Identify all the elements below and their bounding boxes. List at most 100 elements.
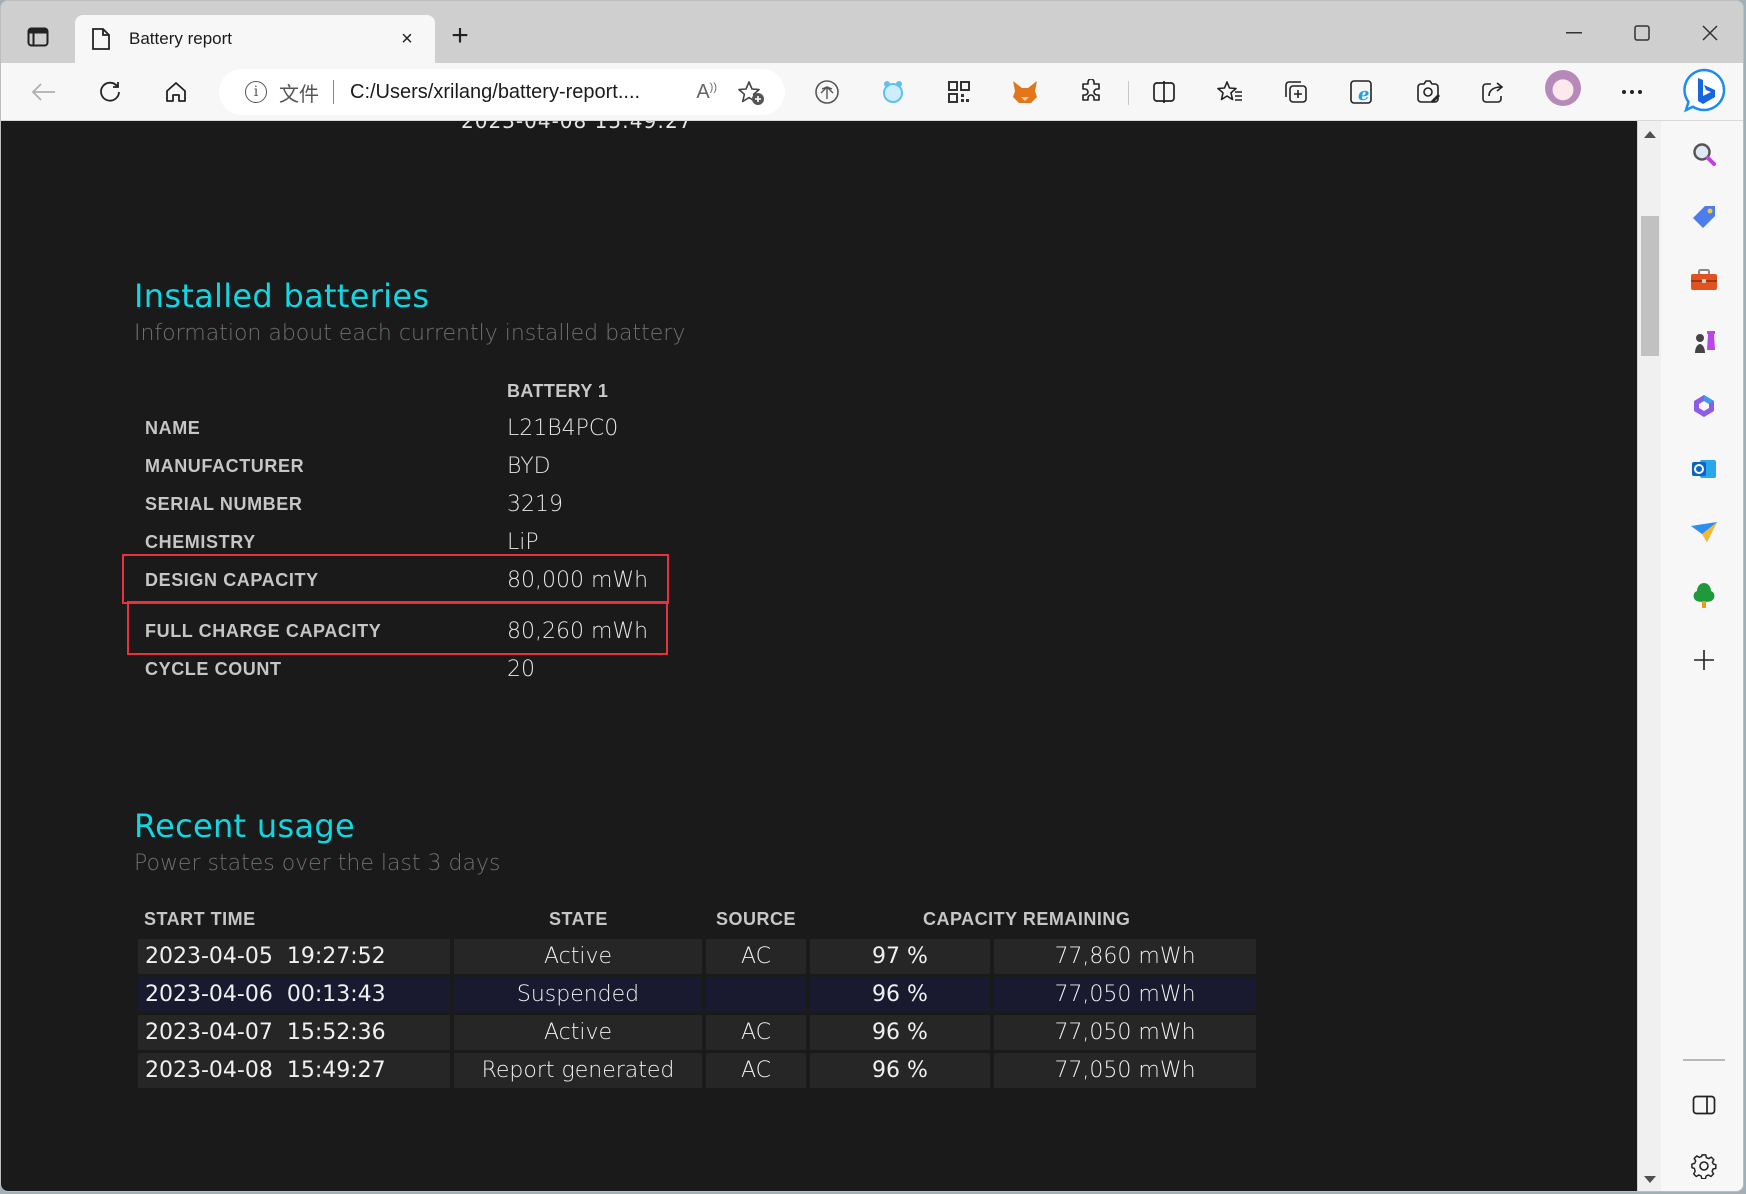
ie-mode-button[interactable]: e bbox=[1343, 73, 1381, 111]
tab-strip: Battery report × + bbox=[1, 1, 1743, 63]
scroll-down-arrow-icon[interactable] bbox=[1644, 1176, 1656, 1183]
start-time-cell: 2023-04-06 00:13:43 bbox=[138, 977, 450, 1012]
row-value: 20 bbox=[507, 656, 535, 682]
address-separator bbox=[333, 80, 334, 104]
svg-text:e: e bbox=[1358, 84, 1369, 105]
sidebar-games[interactable] bbox=[1685, 324, 1723, 362]
web-capture-icon bbox=[1417, 80, 1440, 103]
installed-batteries-title: Installed batteries bbox=[134, 277, 430, 315]
shopping-tag-icon bbox=[1693, 206, 1715, 228]
mwh-cell: 77,860 mWh bbox=[994, 939, 1256, 974]
add-favorite-icon[interactable] bbox=[737, 80, 765, 111]
recent-usage-title: Recent usage bbox=[134, 807, 355, 845]
url-text[interactable]: C:/Users/xrilang/battery-report.... bbox=[350, 81, 640, 104]
toolbar-divider bbox=[1128, 81, 1129, 105]
share-icon bbox=[1482, 82, 1504, 103]
minimize-button[interactable] bbox=[1551, 15, 1597, 51]
tab-title: Battery report bbox=[129, 29, 232, 48]
tab-actions-button[interactable] bbox=[23, 23, 53, 51]
source-cell: AC bbox=[706, 1015, 806, 1050]
header-state: STATE bbox=[549, 909, 608, 929]
hide-sidebar-icon bbox=[1692, 1095, 1716, 1115]
bing-chat-button[interactable] bbox=[1681, 67, 1727, 113]
alarm-extension-button[interactable] bbox=[874, 73, 912, 111]
back-button[interactable] bbox=[25, 73, 63, 111]
ie-mode-icon: e bbox=[1350, 80, 1372, 105]
scroll-thumb[interactable] bbox=[1641, 216, 1659, 356]
vertical-tabs-icon bbox=[27, 27, 49, 47]
new-tab-button[interactable]: + bbox=[445, 21, 475, 53]
site-info-icon[interactable]: i bbox=[245, 81, 267, 103]
more-menu-button[interactable] bbox=[1613, 73, 1651, 111]
row-label: SERIAL NUMBER bbox=[145, 493, 303, 514]
report-page: 2023-04-08 15:49:27 Installed batteries … bbox=[1, 121, 1637, 1191]
usage-row: 2023-04-05 19:27:52 Active AC 97 % 77,86… bbox=[138, 939, 1256, 974]
row-label: NAME bbox=[145, 417, 201, 438]
extensions-puzzle-icon bbox=[1082, 79, 1100, 101]
row-value: BYD bbox=[507, 453, 551, 479]
start-time-cell: 2023-04-08 15:49:27 bbox=[138, 1053, 450, 1088]
start-time-cell: 2023-04-07 15:52:36 bbox=[138, 1015, 450, 1050]
address-bar[interactable]: i 文件 C:/Users/xrilang/battery-report....… bbox=[219, 69, 785, 115]
split-screen-button[interactable] bbox=[1145, 73, 1183, 111]
row-label: MANUFACTURER bbox=[145, 455, 305, 476]
share-button[interactable] bbox=[1475, 73, 1513, 111]
vertical-scrollbar[interactable] bbox=[1637, 121, 1661, 1191]
tab-battery-report[interactable]: Battery report × bbox=[75, 15, 435, 63]
tree-icon bbox=[1693, 583, 1715, 608]
settings-icon bbox=[1691, 1154, 1717, 1179]
metamask-fox-icon bbox=[1013, 81, 1037, 103]
close-window-button[interactable] bbox=[1687, 15, 1733, 51]
sidebar-add[interactable] bbox=[1685, 641, 1723, 679]
metamask-button[interactable] bbox=[1006, 73, 1044, 111]
add-icon bbox=[1694, 650, 1714, 670]
drop-send-icon bbox=[1691, 522, 1717, 542]
qr-code-icon bbox=[948, 81, 970, 103]
battery-row-manufacturer: MANUFACTURER BYD bbox=[145, 447, 665, 485]
scroll-up-arrow-icon[interactable] bbox=[1644, 131, 1656, 138]
sidebar-office[interactable] bbox=[1685, 387, 1723, 425]
qr-code-button[interactable] bbox=[940, 73, 978, 111]
collections-button[interactable] bbox=[1277, 73, 1315, 111]
palm-extension-button[interactable] bbox=[808, 73, 846, 111]
sidebar-shopping[interactable] bbox=[1685, 198, 1723, 236]
favorites-button[interactable] bbox=[1211, 73, 1249, 111]
battery-row-serial-number: SERIAL NUMBER 3219 bbox=[145, 485, 665, 523]
alarm-clock-extension-icon bbox=[883, 81, 903, 103]
mwh-cell: 77,050 mWh bbox=[994, 1053, 1256, 1088]
full-charge-capacity-highlight bbox=[127, 601, 668, 655]
web-capture-button[interactable] bbox=[1409, 73, 1447, 111]
source-cell: AC bbox=[706, 939, 806, 974]
start-time-cell: 2023-04-05 19:27:52 bbox=[138, 939, 450, 974]
sidebar-outlook[interactable] bbox=[1685, 450, 1723, 488]
sidebar-tools[interactable] bbox=[1685, 261, 1723, 299]
row-label: CYCLE COUNT bbox=[145, 658, 282, 679]
refresh-button[interactable] bbox=[91, 73, 129, 111]
back-icon bbox=[31, 83, 55, 101]
sidebar-settings-button[interactable] bbox=[1685, 1147, 1723, 1185]
palm-tree-extension-icon bbox=[815, 80, 839, 104]
header-start-time: START TIME bbox=[144, 909, 256, 929]
collections-icon bbox=[1285, 81, 1307, 103]
header-source: SOURCE bbox=[716, 909, 797, 929]
maximize-button[interactable] bbox=[1619, 15, 1665, 51]
usage-row: 2023-04-06 00:13:43 Suspended 96 % 77,05… bbox=[138, 977, 1256, 1012]
tab-close-button[interactable]: × bbox=[395, 28, 419, 51]
report-time-cutoff: 2023-04-08 15:49:27 bbox=[461, 121, 693, 133]
sidebar-drop[interactable] bbox=[1685, 513, 1723, 551]
header-capacity-remaining: CAPACITY REMAINING bbox=[923, 909, 1131, 929]
home-button[interactable] bbox=[157, 73, 195, 111]
sidebar-tree[interactable] bbox=[1685, 576, 1723, 614]
sidebar-hide-button[interactable] bbox=[1685, 1086, 1723, 1124]
profile-avatar[interactable] bbox=[1545, 70, 1581, 106]
percent-cell: 96 % bbox=[810, 1053, 990, 1088]
extensions-button[interactable] bbox=[1072, 73, 1110, 111]
percent-cell: 97 % bbox=[810, 939, 990, 974]
row-label: CHEMISTRY bbox=[145, 531, 256, 552]
row-value: L21B4PC0 bbox=[507, 415, 619, 441]
state-cell: Suspended bbox=[454, 977, 702, 1012]
sidebar-search[interactable] bbox=[1685, 135, 1723, 173]
read-aloud-icon[interactable]: A)) bbox=[696, 81, 717, 104]
home-icon bbox=[166, 82, 186, 102]
usage-row: 2023-04-08 15:49:27 Report generated AC … bbox=[138, 1053, 1256, 1088]
